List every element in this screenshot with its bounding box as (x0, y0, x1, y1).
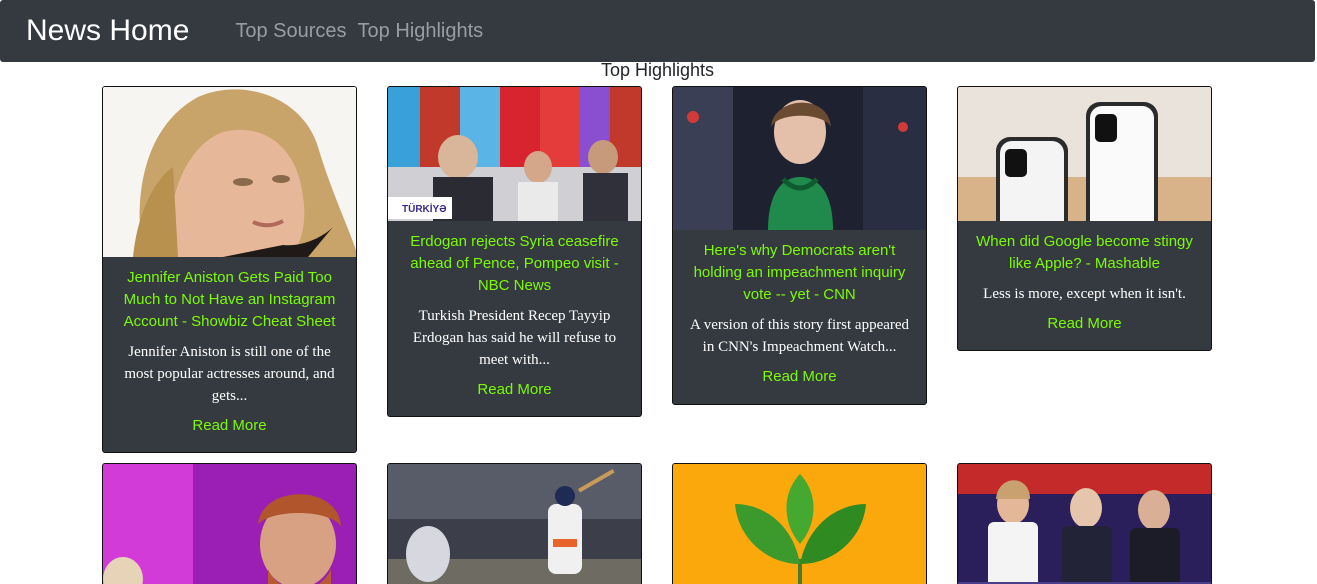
news-card: Here's why Democrats aren't holding an i… (672, 86, 927, 405)
card-title[interactable]: Erdogan rejects Syria ceasefire ahead of… (402, 231, 627, 297)
news-card (102, 463, 357, 584)
card-title[interactable]: Here's why Democrats aren't holding an i… (687, 240, 912, 306)
nav-link-top-sources[interactable]: Top Sources (235, 20, 346, 43)
card-image[interactable] (103, 87, 356, 257)
card-description: Turkish President Recep Tayyip Erdogan h… (412, 308, 617, 368)
card-image[interactable] (103, 464, 356, 584)
news-card (387, 463, 642, 584)
news-card: TÜRKİYƏ Erdogan rejects Syria ceasefire … (387, 86, 642, 417)
card-description: A version of this story first appeared i… (689, 317, 910, 355)
news-card: When did Google become stingy like Apple… (957, 86, 1212, 351)
read-more-link[interactable]: Read More (1047, 315, 1121, 332)
news-card (672, 463, 927, 584)
card-description: Jennifer Aniston is still one of the mos… (124, 344, 335, 404)
card-image[interactable] (958, 87, 1211, 221)
section-title: Top Highlights (600, 60, 715, 80)
card-title[interactable]: Jennifer Aniston Gets Paid Too Much to N… (117, 267, 342, 333)
card-description: Less is more, except when it isn't. (983, 286, 1186, 302)
navbar: News Home Top Sources Top Highlights (0, 0, 1315, 62)
card-image[interactable] (958, 464, 1211, 584)
card-image[interactable] (673, 464, 926, 584)
read-more-link[interactable]: Read More (762, 368, 836, 385)
news-card (957, 463, 1212, 584)
card-image[interactable] (673, 87, 926, 230)
card-image[interactable]: TÜRKİYƏ (388, 87, 641, 221)
card-image[interactable] (388, 464, 641, 584)
image-caption-text: TÜRKİYƏ (402, 202, 446, 215)
card-title[interactable]: When did Google become stingy like Apple… (972, 231, 1197, 275)
nav-link-top-highlights[interactable]: Top Highlights (358, 20, 484, 43)
news-card: Jennifer Aniston Gets Paid Too Much to N… (102, 86, 357, 453)
brand-home-link[interactable]: News Home (26, 14, 189, 48)
read-more-link[interactable]: Read More (192, 417, 266, 434)
read-more-link[interactable]: Read More (477, 381, 551, 398)
